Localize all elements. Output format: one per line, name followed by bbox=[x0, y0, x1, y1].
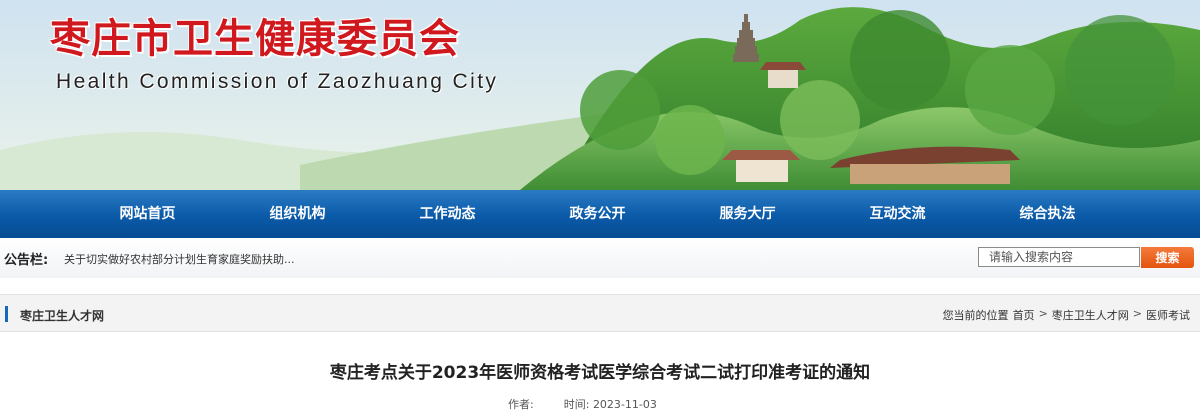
nav-item-government-affairs[interactable]: 政务公开 bbox=[523, 190, 673, 238]
time-label: 时间: bbox=[563, 398, 590, 411]
author-label: 作者: bbox=[508, 398, 534, 411]
article-meta: 作者: 时间: 2023-11-03 bbox=[508, 396, 657, 412]
site-banner: 枣庄市卫生健康委员会 Health Commission of Zaozhuan… bbox=[0, 0, 1200, 190]
section-title[interactable]: 枣庄卫生人才网 bbox=[20, 307, 104, 324]
notice-link[interactable]: 关于切实做好农村部分计划生育家庭奖励扶助... bbox=[64, 251, 295, 267]
search-input[interactable] bbox=[978, 247, 1140, 267]
section-accent-bar bbox=[5, 306, 8, 322]
nav-item-home[interactable]: 网站首页 bbox=[73, 190, 223, 238]
nav-item-service-hall[interactable]: 服务大厅 bbox=[673, 190, 823, 238]
author-info: 作者: bbox=[508, 396, 534, 412]
site-title: 枣庄市卫生健康委员会 bbox=[50, 15, 460, 62]
nav-item-work-news[interactable]: 工作动态 bbox=[373, 190, 523, 238]
nav-item-law-enforcement[interactable]: 综合执法 bbox=[973, 190, 1123, 238]
site-subtitle: Health Commission of Zaozhuang City bbox=[56, 70, 499, 93]
breadcrumb-home[interactable]: 首页 bbox=[1013, 307, 1035, 323]
breadcrumb: 您当前的位置 首页 > 枣庄卫生人才网 > 医师考试 bbox=[943, 307, 1190, 323]
search-button[interactable]: 搜索 bbox=[1141, 247, 1194, 268]
section-header: 枣庄卫生人才网 您当前的位置 首页 > 枣庄卫生人才网 > 医师考试 bbox=[0, 294, 1200, 332]
main-nav: 网站首页 组织机构 工作动态 政务公开 服务大厅 互动交流 综合执法 bbox=[0, 190, 1200, 238]
breadcrumb-separator: > bbox=[1132, 307, 1142, 320]
breadcrumb-prefix: 您当前的位置 bbox=[942, 309, 1009, 322]
notice-label: 公告栏: bbox=[4, 253, 49, 268]
breadcrumb-physician-exam[interactable]: 医师考试 bbox=[1146, 307, 1190, 323]
breadcrumb-talent-network[interactable]: 枣庄卫生人才网 bbox=[1052, 307, 1129, 323]
time-info: 时间: 2023-11-03 bbox=[564, 396, 657, 412]
breadcrumb-separator: > bbox=[1038, 307, 1048, 320]
article-title: 枣庄考点关于2023年医师资格考试医学综合考试二试打印准考证的通知 bbox=[329, 363, 871, 383]
nav-item-organization[interactable]: 组织机构 bbox=[223, 190, 373, 238]
nav-item-interaction[interactable]: 互动交流 bbox=[823, 190, 973, 238]
time-value: 2023-11-03 bbox=[592, 398, 657, 411]
